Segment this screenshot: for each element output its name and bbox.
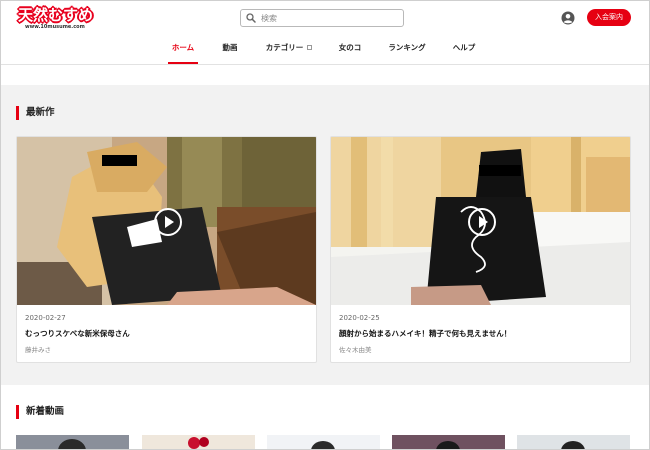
logo-url: www.10musume.com: [25, 24, 85, 30]
logo-text: 天然むすめ: [18, 6, 94, 24]
page: 天然むすめ www.10musume.com 入会案内 ホーム 動画 カテゴリー…: [0, 0, 650, 450]
video-date: 2020-02-27: [25, 314, 66, 322]
nav-category[interactable]: カテゴリー: [264, 42, 314, 64]
thumbnail-image: [267, 435, 380, 449]
video-card[interactable]: 2020-02-25 顔射から始まるハメイキ！精子で何も見えません！ 佐々木由美: [330, 136, 631, 363]
thumbnail-image: [142, 435, 255, 449]
thumbnail-image: [16, 435, 129, 449]
dropdown-icon: [307, 45, 313, 50]
user-circle-icon[interactable]: [561, 11, 575, 25]
actress-name[interactable]: 藤井みさ: [25, 344, 51, 354]
video-thumbnail[interactable]: [267, 435, 380, 449]
spacer-strip: [1, 65, 649, 85]
video-thumbnail[interactable]: [392, 435, 505, 449]
play-icon[interactable]: [153, 207, 183, 237]
nav-category-label: カテゴリー: [265, 43, 304, 52]
video-thumbnail[interactable]: [17, 137, 316, 305]
new-videos-section-title: 新着動画: [16, 405, 64, 419]
play-icon[interactable]: [467, 207, 497, 237]
video-thumbnail[interactable]: [517, 435, 630, 449]
nav-ranking[interactable]: ランキング: [388, 42, 426, 64]
nav-help[interactable]: ヘルプ: [452, 42, 476, 64]
nav-home[interactable]: ホーム: [168, 42, 198, 64]
video-thumbnail[interactable]: [142, 435, 255, 449]
video-title[interactable]: 顔射から始まるハメイキ！精子で何も見えません！: [339, 328, 511, 339]
video-thumbnail[interactable]: [331, 137, 630, 305]
video-card[interactable]: 2020-02-27 むっつりスケベな新米保母さん 藤井みさ: [16, 136, 317, 363]
thumbnail-image: [392, 435, 505, 449]
nav-girls[interactable]: 女のコ: [338, 42, 362, 64]
thumbnail-image: [517, 435, 630, 449]
site-logo[interactable]: 天然むすめ www.10musume.com: [16, 6, 96, 34]
search-icon: [246, 13, 256, 23]
latest-section-title: 最新作: [16, 106, 55, 120]
video-title[interactable]: むっつりスケベな新米保母さん: [25, 328, 130, 339]
main-nav: ホーム 動画 カテゴリー 女のコ ランキング ヘルプ: [1, 39, 649, 64]
video-thumbnail[interactable]: [16, 435, 129, 449]
search-input[interactable]: [261, 11, 399, 25]
join-button[interactable]: 入会案内: [587, 9, 631, 26]
search-box[interactable]: [240, 9, 404, 27]
site-header: 天然むすめ www.10musume.com 入会案内 ホーム 動画 カテゴリー…: [1, 1, 649, 65]
video-date: 2020-02-25: [339, 314, 380, 322]
actress-name[interactable]: 佐々木由美: [339, 344, 372, 354]
nav-videos[interactable]: 動画: [220, 42, 240, 64]
